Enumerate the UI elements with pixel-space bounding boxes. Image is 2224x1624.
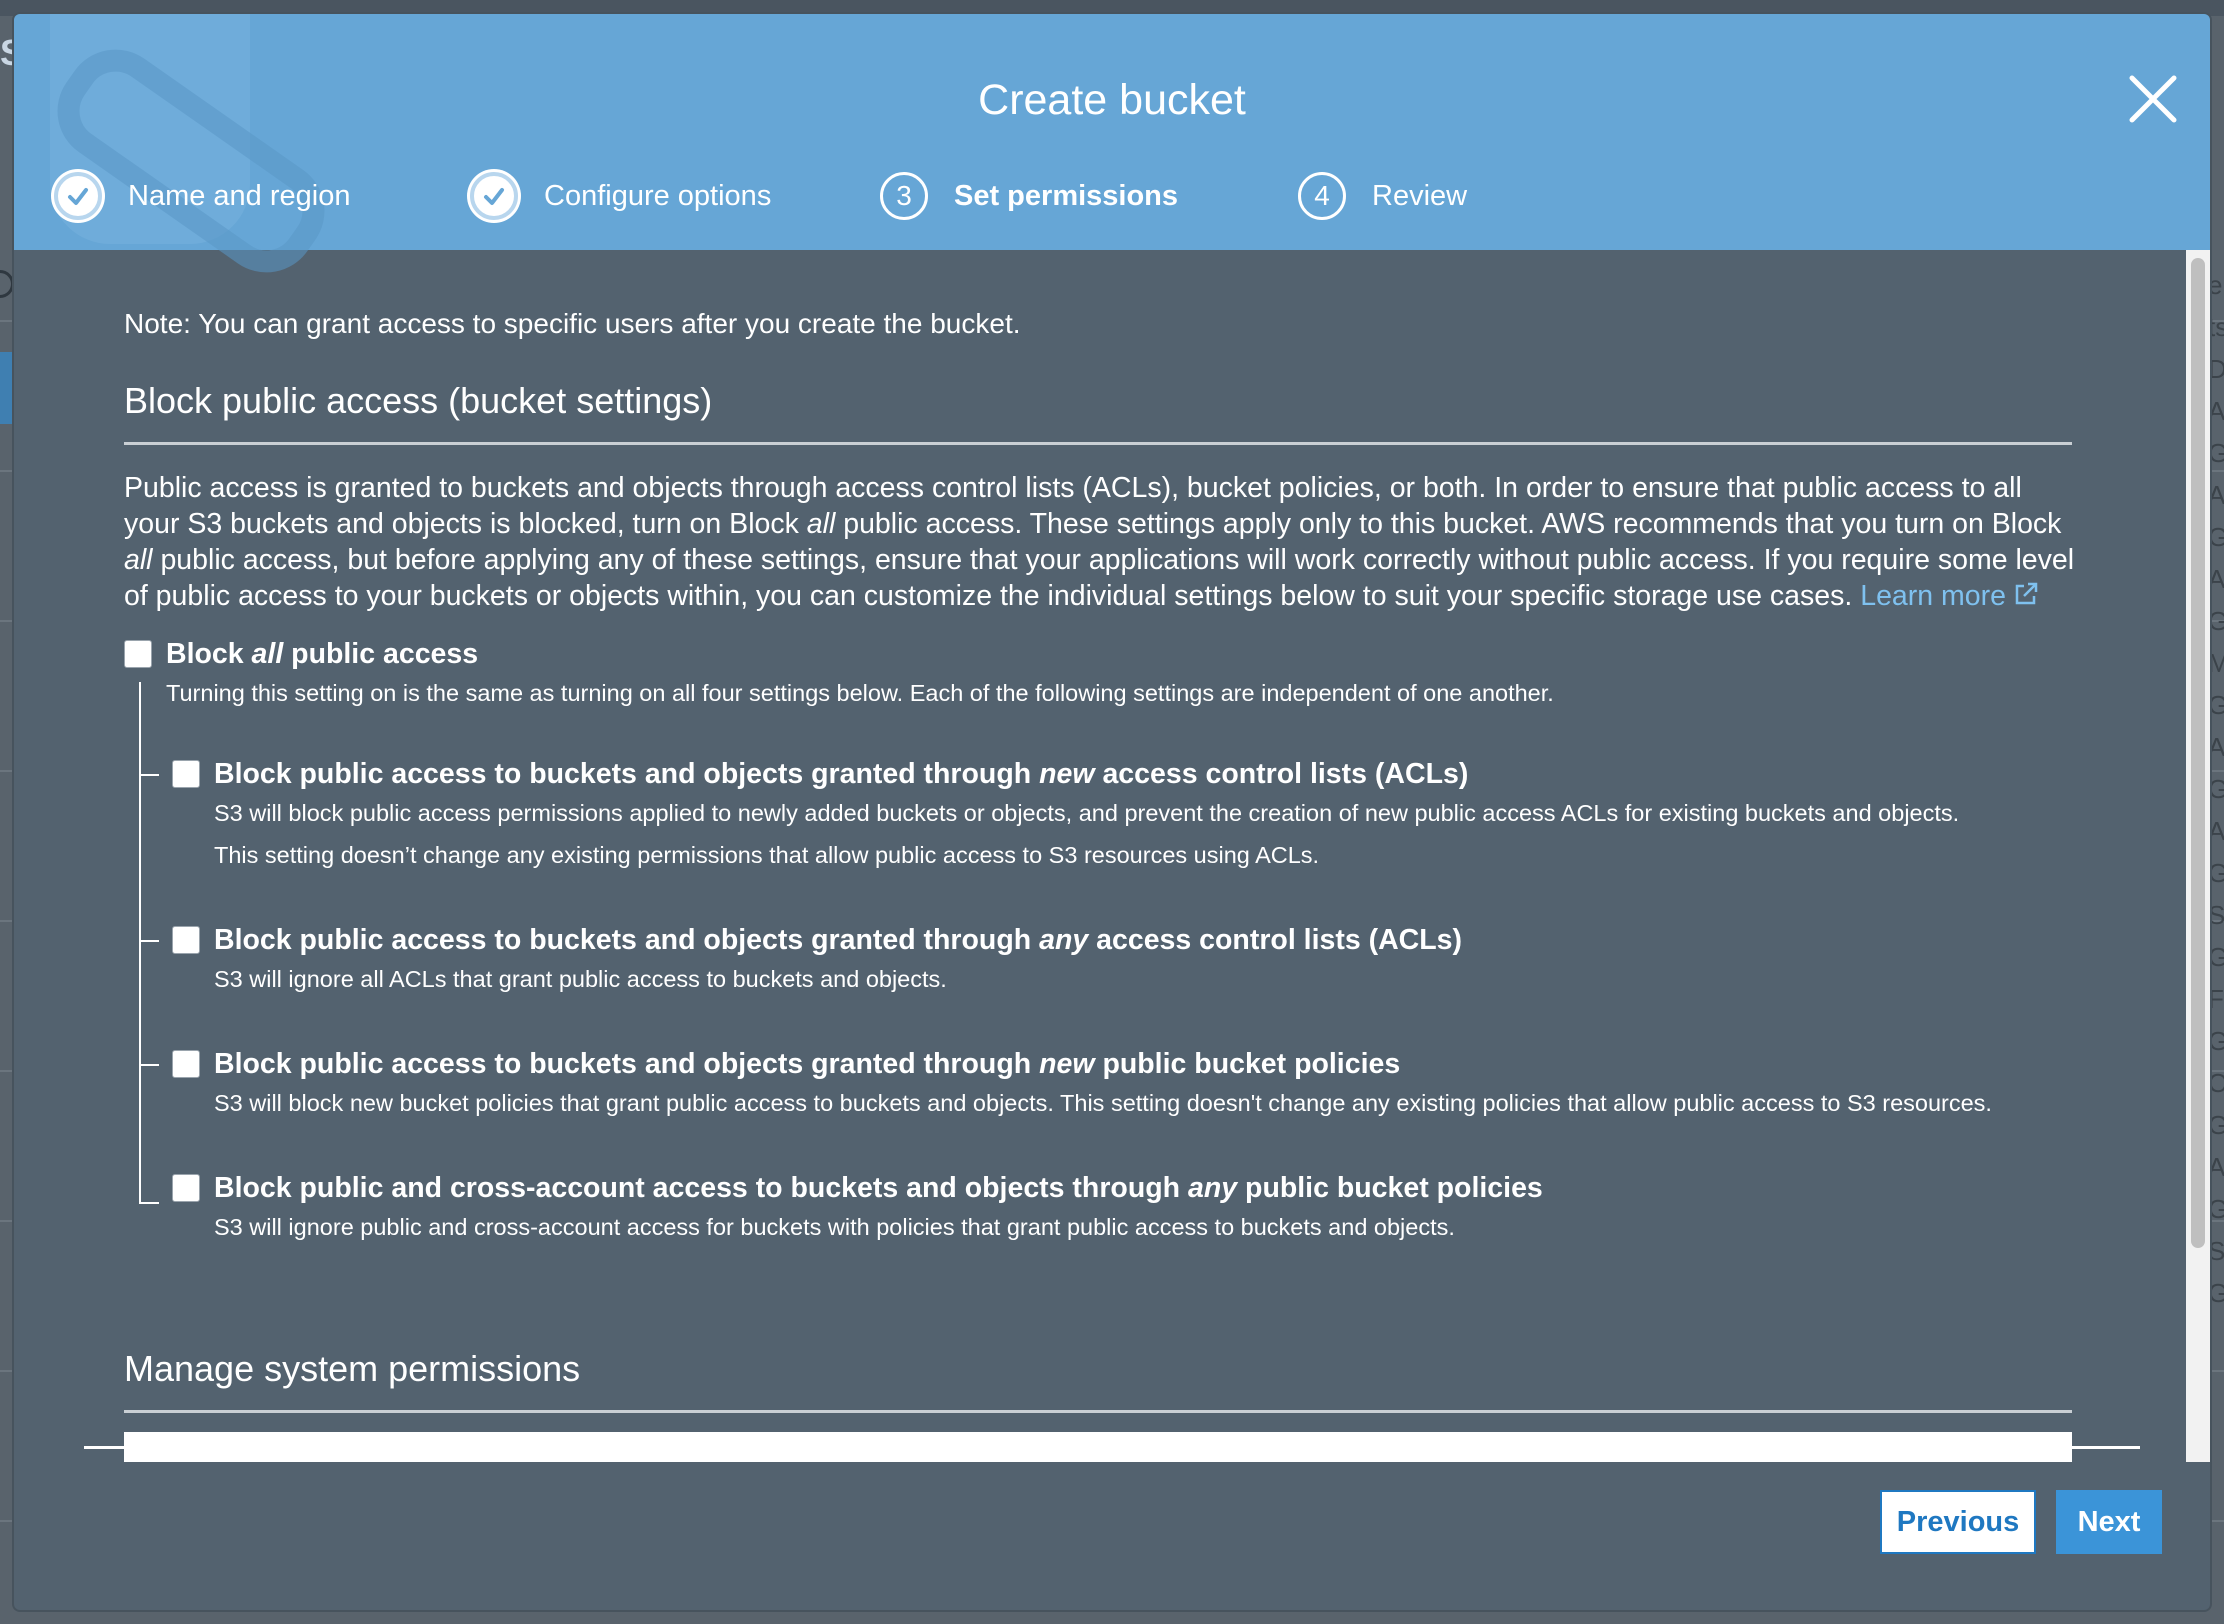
background-text: A — [2208, 1152, 2224, 1182]
step-label: Name and region — [128, 179, 351, 212]
block-all-public-access-checkbox[interactable] — [124, 640, 152, 668]
next-button[interactable]: Next — [2056, 1490, 2162, 1554]
block-new-acls-description: S3 will block public access permissions … — [214, 800, 1960, 826]
block-all-public-access-label: Block all public access — [166, 638, 479, 670]
background-text: S — [2208, 900, 2224, 930]
background-search-icon — [0, 270, 14, 298]
background-text: G — [2208, 1278, 2224, 1308]
background-right-column: e ts D A G A G A G M G A G A G S G F G O G A G S G — [2208, 268, 2224, 1318]
note-text: Note: You can grant access to specific u… — [124, 308, 1021, 339]
step-number-icon: 3 — [880, 172, 928, 220]
footer-divider — [84, 1446, 2140, 1449]
block-public-access-description: Public access is granted to buckets and … — [124, 472, 2075, 612]
background-text: D — [2208, 354, 2224, 384]
background-text: G — [2208, 1194, 2224, 1224]
section-divider — [124, 1410, 2072, 1413]
background-text: G — [2208, 774, 2224, 804]
block-public-access-heading: Block public access (bucket settings) — [124, 380, 713, 421]
block-new-policies-checkbox[interactable] — [172, 1050, 200, 1078]
previous-button[interactable]: Previous — [1880, 1490, 2036, 1554]
step-configure-options[interactable]: Configure options — [470, 166, 771, 226]
step-label: Set permissions — [954, 179, 1179, 212]
learn-more-link[interactable]: Learn more — [1860, 580, 2040, 612]
block-new-acls-description: This setting doesn’t change any existing… — [214, 842, 1320, 868]
tree-branch — [139, 1202, 159, 1204]
background-text: A — [2208, 396, 2224, 426]
block-any-policies-label: Block public and cross-account access to… — [214, 1172, 1543, 1204]
block-any-acls-label: Block public access to buckets and objec… — [214, 924, 1463, 956]
block-all-public-access-description: Turning this setting on is the same as t… — [166, 680, 1554, 706]
step-name-and-region[interactable]: Name and region — [54, 166, 350, 226]
tree-branch — [139, 1064, 159, 1066]
step-label: Configure options — [544, 179, 772, 212]
block-any-policies-description: S3 will ignore public and cross-account … — [214, 1214, 1455, 1240]
background-text: e — [2208, 270, 2223, 300]
step-number-icon: 4 — [1298, 172, 1346, 220]
block-any-acls-checkbox[interactable] — [172, 926, 200, 954]
background-text: G — [2208, 942, 2224, 972]
section-divider — [124, 442, 2072, 445]
scrollbar-thumb[interactable] — [2191, 258, 2205, 1248]
background-text: S — [2208, 1236, 2224, 1266]
background-text: A — [2208, 732, 2224, 762]
create-bucket-modal: Create bucket Name and region Configure … — [14, 14, 2210, 1610]
background-text: G — [2208, 690, 2224, 720]
background-text: ts — [2208, 312, 2224, 342]
step-set-permissions[interactable]: 3 Set permissions — [880, 166, 1178, 226]
background-text: G — [2208, 606, 2224, 636]
background-text: M — [2208, 648, 2224, 678]
tree-connector — [139, 682, 141, 1204]
block-new-policies-description: S3 will block new bucket policies that g… — [214, 1090, 1992, 1116]
background-text: G — [2208, 858, 2224, 888]
step-review[interactable]: 4 Review — [1298, 166, 1467, 226]
tree-branch — [139, 940, 159, 942]
modal-header: Create bucket Name and region Configure … — [14, 14, 2210, 293]
block-any-policies-checkbox[interactable] — [172, 1174, 200, 1202]
block-new-acls-label: Block public access to buckets and objec… — [214, 758, 1469, 790]
background-text: A — [2208, 564, 2224, 594]
block-any-acls-description: S3 will ignore all ACLs that grant publi… — [214, 966, 947, 992]
background-text: O — [2208, 1068, 2224, 1098]
background-text: G — [2208, 438, 2224, 468]
background-text: A — [2208, 816, 2224, 846]
close-icon[interactable] — [2124, 70, 2182, 128]
check-icon — [54, 172, 102, 220]
background-text: G — [2208, 522, 2224, 552]
background-text: G — [2208, 1110, 2224, 1140]
block-new-policies-label: Block public access to buckets and objec… — [214, 1048, 1401, 1080]
modal-title: Create bucket — [978, 76, 1246, 124]
block-new-acls-checkbox[interactable] — [172, 760, 200, 788]
external-link-icon — [2015, 582, 2038, 605]
check-icon — [470, 172, 518, 220]
background-selected-item — [0, 352, 12, 424]
step-label: Review — [1372, 179, 1468, 212]
tree-branch — [139, 774, 159, 776]
background-text: F — [2208, 984, 2224, 1014]
background-text: G — [2208, 1026, 2224, 1056]
background-text: A — [2208, 480, 2224, 510]
manage-system-permissions-heading: Manage system permissions — [124, 1348, 581, 1389]
